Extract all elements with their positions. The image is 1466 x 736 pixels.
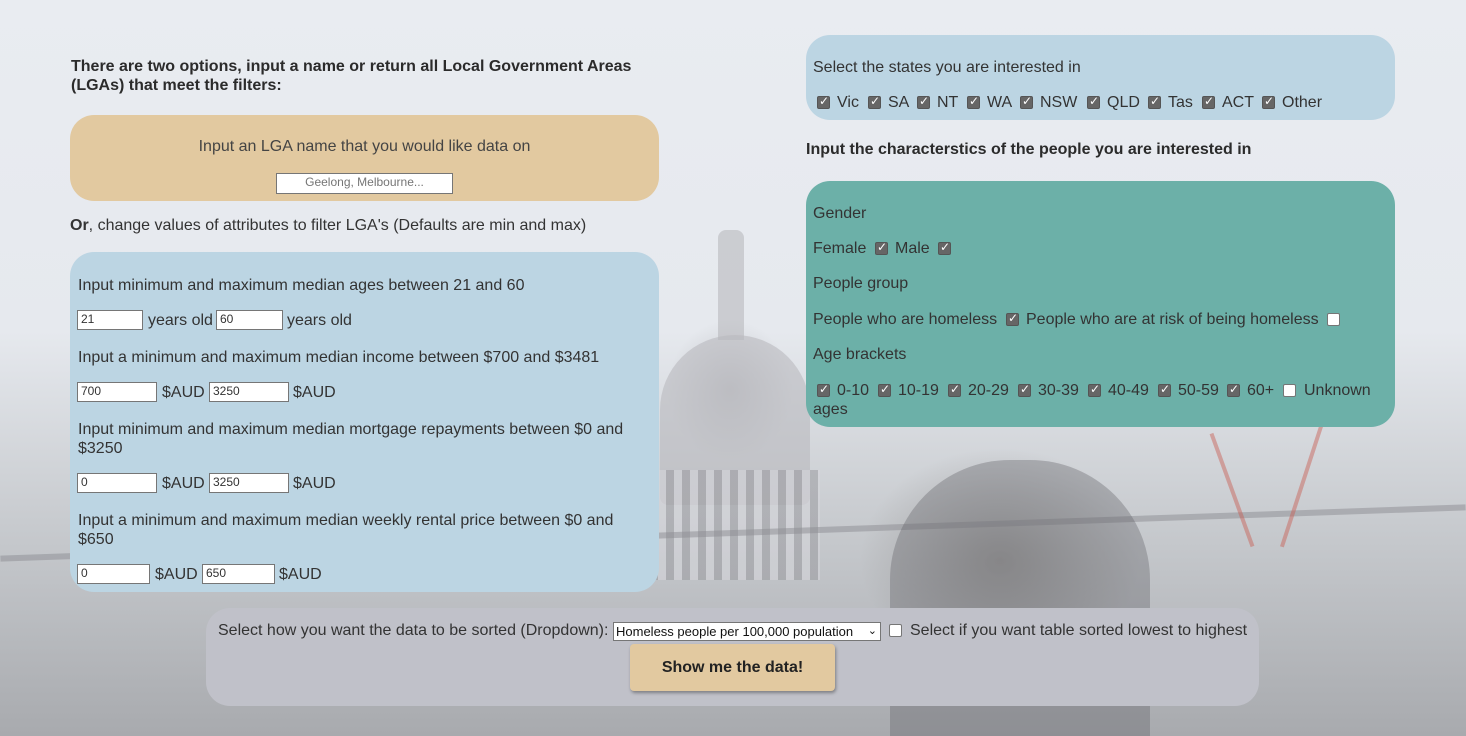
bracket-label-ages: ages — [813, 401, 848, 418]
state-label-vic: Vic — [837, 94, 859, 111]
age-min-input[interactable]: 21 — [77, 310, 143, 330]
background-crane — [1280, 422, 1324, 548]
sort-label: Select how you want the data to be sorte… — [218, 622, 609, 639]
state-label-qld: QLD — [1107, 94, 1140, 111]
or-rest: , change values of attributes to filter … — [88, 217, 587, 234]
attribute-filters-panel: Input minimum and maximum median ages be… — [70, 252, 659, 592]
states-label: Select the states you are interested in — [813, 59, 1081, 76]
currency-label: $AUD — [293, 384, 336, 401]
background-dome — [660, 335, 810, 505]
chevron-down-icon: ⌄ — [867, 625, 877, 637]
years-old-label: years old — [148, 312, 213, 329]
state-checkbox-nsw[interactable] — [1020, 94, 1033, 109]
currency-label: $AUD — [162, 384, 205, 401]
age-brackets-label: Age brackets — [813, 346, 907, 363]
income-max-input[interactable]: 3250 — [209, 382, 289, 402]
characteristics-title: Input the characterstics of the people y… — [806, 141, 1252, 158]
sort-panel: Select how you want the data to be sorte… — [206, 608, 1259, 706]
mortgage-range-label: Input minimum and maximum median mortgag… — [78, 421, 624, 457]
state-label-sa: SA — [888, 94, 910, 111]
background-spire — [718, 230, 744, 340]
intro-text: There are two options, input a name or r… — [71, 58, 632, 94]
bracket-checkbox-60-plus[interactable] — [1227, 382, 1240, 397]
sort-dropdown[interactable]: Homeless people per 100,000 population ⌄ — [613, 622, 881, 641]
currency-label: $AUD — [155, 566, 198, 583]
bracket-label-20-29: 20-29 — [968, 382, 1009, 399]
state-checkbox-tas[interactable] — [1148, 94, 1161, 109]
age-max-input[interactable]: 60 — [216, 310, 283, 330]
sort-ascending-checkbox[interactable] — [889, 624, 902, 637]
bracket-label-unknown: Unknown — [1304, 382, 1371, 399]
rent-range-label: Input a minimum and maximum median weekl… — [78, 512, 614, 548]
state-checkbox-sa[interactable] — [868, 94, 881, 109]
sort-ascending-label: Select if you want table sorted lowest t… — [910, 622, 1248, 639]
bracket-label-10-19: 10-19 — [898, 382, 939, 399]
show-data-button[interactable]: Show me the data! — [630, 644, 835, 691]
people-characteristics-panel: Gender Female Male People group People w… — [806, 181, 1395, 427]
state-label-other: Other — [1282, 94, 1323, 111]
at-risk-label: People who are at risk of being homeless — [1026, 311, 1319, 328]
mortgage-max-input[interactable]: 3250 — [209, 473, 289, 493]
state-checkbox-other[interactable] — [1262, 94, 1275, 109]
state-checkbox-qld[interactable] — [1087, 94, 1100, 109]
state-label-tas: Tas — [1168, 94, 1193, 111]
bracket-label-0-10: 0-10 — [837, 382, 870, 399]
homeless-checkbox[interactable] — [1006, 311, 1019, 326]
state-label-wa: WA — [987, 94, 1013, 111]
female-label: Female — [813, 240, 867, 257]
or-bold: Or — [70, 217, 89, 234]
mortgage-min-input[interactable]: 0 — [77, 473, 157, 493]
bracket-checkbox-30-39[interactable] — [1018, 382, 1031, 397]
state-checkbox-act[interactable] — [1202, 94, 1215, 109]
or-filter-text: Or, change values of attributes to filte… — [70, 217, 586, 235]
female-checkbox[interactable] — [875, 240, 888, 255]
state-checkbox-vic[interactable] — [817, 94, 830, 109]
bracket-label-30-39: 30-39 — [1038, 382, 1079, 399]
bracket-label-60-plus: 60+ — [1247, 382, 1275, 399]
currency-label: $AUD — [293, 475, 336, 492]
homeless-label: People who are homeless — [813, 311, 998, 328]
rent-max-input[interactable]: 650 — [202, 564, 275, 584]
gender-label: Gender — [813, 205, 867, 222]
people-group-label: People group — [813, 275, 909, 292]
state-label-act: ACT — [1222, 94, 1254, 111]
income-range-label: Input a minimum and maximum median incom… — [78, 349, 600, 366]
currency-label: $AUD — [162, 475, 205, 492]
years-old-label: years old — [287, 312, 352, 329]
income-min-input[interactable]: 700 — [77, 382, 157, 402]
bracket-checkbox-40-49[interactable] — [1088, 382, 1101, 397]
bracket-label-50-59: 50-59 — [1178, 382, 1219, 399]
currency-label: $AUD — [279, 566, 322, 583]
rent-min-input[interactable]: 0 — [77, 564, 150, 584]
sort-selected-value: Homeless people per 100,000 population — [616, 624, 854, 639]
state-label-nsw: NSW — [1040, 94, 1078, 111]
state-label-nt: NT — [937, 94, 959, 111]
states-panel: Select the states you are interested in … — [806, 35, 1395, 120]
bracket-checkbox-unknown[interactable] — [1283, 384, 1296, 397]
background-columns — [650, 470, 820, 580]
state-checkbox-wa[interactable] — [967, 94, 980, 109]
background-crane — [1209, 432, 1255, 548]
male-checkbox[interactable] — [938, 240, 951, 255]
lga-name-panel: Input an LGA name that you would like da… — [70, 115, 659, 201]
male-label: Male — [895, 240, 930, 257]
at-risk-checkbox[interactable] — [1327, 313, 1340, 326]
state-checkbox-nt[interactable] — [917, 94, 930, 109]
bracket-checkbox-20-29[interactable] — [948, 382, 961, 397]
age-range-label: Input minimum and maximum median ages be… — [78, 277, 525, 294]
bracket-checkbox-10-19[interactable] — [878, 382, 891, 397]
lga-name-label: Input an LGA name that you would like da… — [198, 138, 531, 155]
lga-name-input[interactable]: Geelong, Melbourne... — [276, 173, 453, 194]
bracket-checkbox-0-10[interactable] — [817, 382, 830, 397]
bracket-checkbox-50-59[interactable] — [1158, 382, 1171, 397]
bracket-label-40-49: 40-49 — [1108, 382, 1149, 399]
